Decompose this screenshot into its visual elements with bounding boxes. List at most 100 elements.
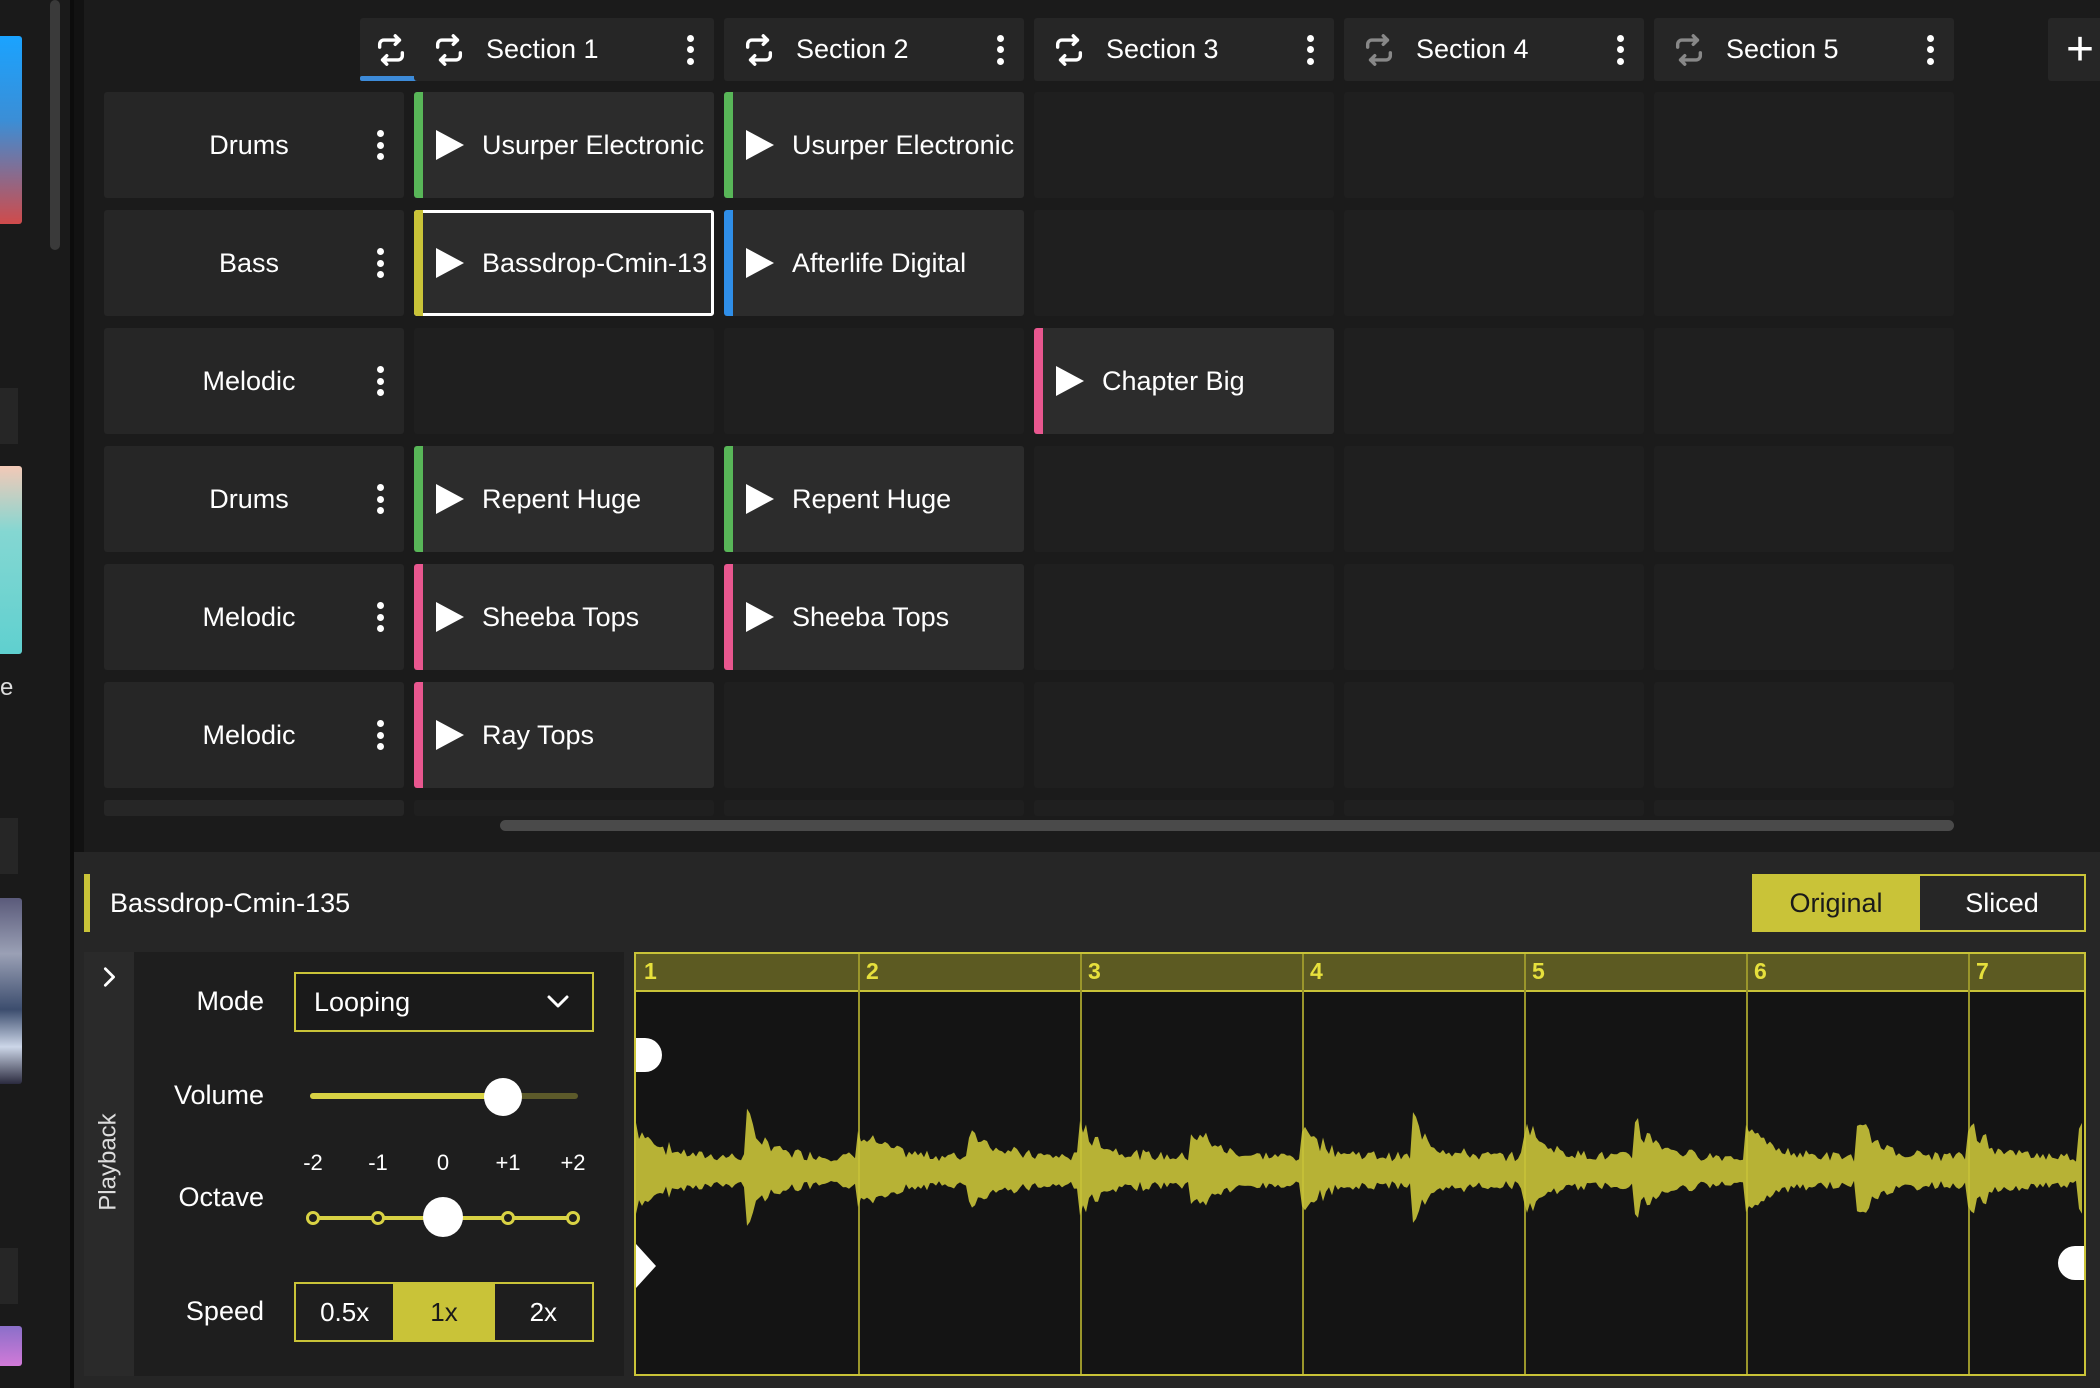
- octave-step-dot[interactable]: [371, 1211, 385, 1225]
- empty-clip-slot[interactable]: [1654, 210, 1954, 316]
- track-header[interactable]: Drums: [104, 92, 404, 198]
- section-menu-icon[interactable]: [1302, 33, 1318, 67]
- empty-clip-slot[interactable]: [1344, 800, 1644, 816]
- horizontal-scrollbar[interactable]: [500, 820, 1954, 831]
- octave-step-dot[interactable]: [566, 1211, 580, 1225]
- section-header-3[interactable]: Section 3: [1034, 18, 1334, 81]
- octave-thumb[interactable]: [423, 1197, 463, 1237]
- view-original-button[interactable]: Original: [1754, 876, 1918, 930]
- loop-icon[interactable]: [742, 33, 776, 67]
- section-header-4[interactable]: Section 4: [1344, 18, 1644, 81]
- empty-clip-slot[interactable]: [414, 800, 714, 816]
- empty-clip-slot[interactable]: [1654, 682, 1954, 788]
- clip[interactable]: Chapter Big: [1034, 328, 1334, 434]
- empty-clip-slot[interactable]: [1654, 328, 1954, 434]
- empty-clip-slot[interactable]: [1034, 446, 1334, 552]
- empty-clip-slot[interactable]: [1344, 682, 1644, 788]
- clip[interactable]: Usurper Electronic: [724, 92, 1024, 198]
- speed-option-button[interactable]: 2x: [492, 1284, 592, 1340]
- empty-clip-slot[interactable]: [1654, 446, 1954, 552]
- clip[interactable]: Sheeba Tops: [724, 564, 1024, 670]
- section-menu-icon[interactable]: [992, 33, 1008, 67]
- loop-icon[interactable]: [1672, 33, 1706, 67]
- empty-clip-slot[interactable]: [1654, 800, 1954, 816]
- empty-clip-slot[interactable]: [1344, 564, 1644, 670]
- empty-clip-slot[interactable]: [1344, 210, 1644, 316]
- track-header[interactable]: Melodic: [104, 564, 404, 670]
- play-icon[interactable]: [436, 248, 464, 278]
- octave-step-dot[interactable]: [306, 1211, 320, 1225]
- empty-clip-slot[interactable]: [1654, 92, 1954, 198]
- view-sliced-button[interactable]: Sliced: [1918, 876, 2084, 930]
- chevron-right-icon[interactable]: [98, 966, 120, 988]
- section-header-5[interactable]: Section 5: [1654, 18, 1954, 81]
- collapse-strip[interactable]: Playback: [84, 952, 134, 1376]
- section-header-2[interactable]: Section 2: [724, 18, 1024, 81]
- empty-clip-slot[interactable]: [1344, 92, 1644, 198]
- play-icon[interactable]: [436, 130, 464, 160]
- clip[interactable]: Usurper Electronic: [414, 92, 714, 198]
- play-icon[interactable]: [746, 602, 774, 632]
- empty-clip-slot[interactable]: [724, 328, 1024, 434]
- mode-dropdown[interactable]: Looping: [294, 972, 594, 1032]
- play-icon[interactable]: [1056, 366, 1084, 396]
- volume-slider[interactable]: [310, 1093, 578, 1099]
- track-menu-icon[interactable]: [372, 364, 388, 398]
- side-tab[interactable]: [0, 1248, 18, 1304]
- track-menu-icon[interactable]: [372, 600, 388, 634]
- play-icon[interactable]: [746, 248, 774, 278]
- empty-clip-slot[interactable]: [1034, 92, 1334, 198]
- side-tab[interactable]: [0, 388, 18, 444]
- track-menu-icon[interactable]: [372, 482, 388, 516]
- play-icon[interactable]: [436, 484, 464, 514]
- album-thumbnail[interactable]: [0, 1326, 22, 1366]
- loop-icon[interactable]: [374, 33, 408, 67]
- empty-clip-slot[interactable]: [1654, 564, 1954, 670]
- octave-step-dot[interactable]: [501, 1211, 515, 1225]
- clip[interactable]: Ray Tops: [414, 682, 714, 788]
- empty-clip-slot[interactable]: [1034, 682, 1334, 788]
- loop-icon[interactable]: [1362, 33, 1396, 67]
- speed-option-button[interactable]: 1x: [393, 1284, 493, 1340]
- side-tab[interactable]: [0, 818, 18, 874]
- empty-clip-slot[interactable]: [1344, 328, 1644, 434]
- track-header[interactable]: Melodic: [104, 682, 404, 788]
- loop-icon[interactable]: [432, 33, 466, 67]
- play-icon[interactable]: [746, 130, 774, 160]
- clip[interactable]: Repent Huge: [724, 446, 1024, 552]
- section-menu-icon[interactable]: [1612, 33, 1628, 67]
- play-icon[interactable]: [436, 720, 464, 750]
- play-icon[interactable]: [436, 602, 464, 632]
- clip[interactable]: Afterlife Digital: [724, 210, 1024, 316]
- waveform-view[interactable]: 1 2 3 4 5 6 7: [634, 952, 2086, 1376]
- empty-clip-slot[interactable]: [1034, 800, 1334, 816]
- track-header[interactable]: Melodic: [104, 328, 404, 434]
- section-menu-icon[interactable]: [1922, 33, 1938, 67]
- section-header-1[interactable]: Section 1: [414, 18, 714, 81]
- empty-clip-slot[interactable]: [414, 328, 714, 434]
- volume-thumb[interactable]: [483, 1078, 522, 1116]
- track-header[interactable]: [104, 800, 404, 816]
- album-thumbnail[interactable]: [0, 466, 22, 654]
- add-section-button[interactable]: +: [2048, 18, 2100, 81]
- empty-clip-slot[interactable]: [1034, 210, 1334, 316]
- album-thumbnail[interactable]: [0, 898, 22, 1084]
- empty-clip-slot[interactable]: [1344, 446, 1644, 552]
- track-menu-icon[interactable]: [372, 718, 388, 752]
- clip[interactable]: Repent Huge: [414, 446, 714, 552]
- start-marker-icon[interactable]: [636, 1244, 658, 1288]
- clip[interactable]: Bassdrop-Cmin-13: [414, 210, 714, 316]
- loop-end-handle[interactable]: [2058, 1246, 2084, 1280]
- play-icon[interactable]: [746, 484, 774, 514]
- clip[interactable]: Sheeba Tops: [414, 564, 714, 670]
- album-thumbnail[interactable]: [0, 36, 22, 224]
- empty-clip-slot[interactable]: [724, 682, 1024, 788]
- empty-clip-slot[interactable]: [724, 800, 1024, 816]
- track-header[interactable]: Drums: [104, 446, 404, 552]
- track-menu-icon[interactable]: [372, 128, 388, 162]
- empty-clip-slot[interactable]: [1034, 564, 1334, 670]
- section-menu-icon[interactable]: [682, 33, 698, 67]
- track-header[interactable]: Bass: [104, 210, 404, 316]
- speed-option-button[interactable]: 0.5x: [296, 1284, 393, 1340]
- track-menu-icon[interactable]: [372, 246, 388, 280]
